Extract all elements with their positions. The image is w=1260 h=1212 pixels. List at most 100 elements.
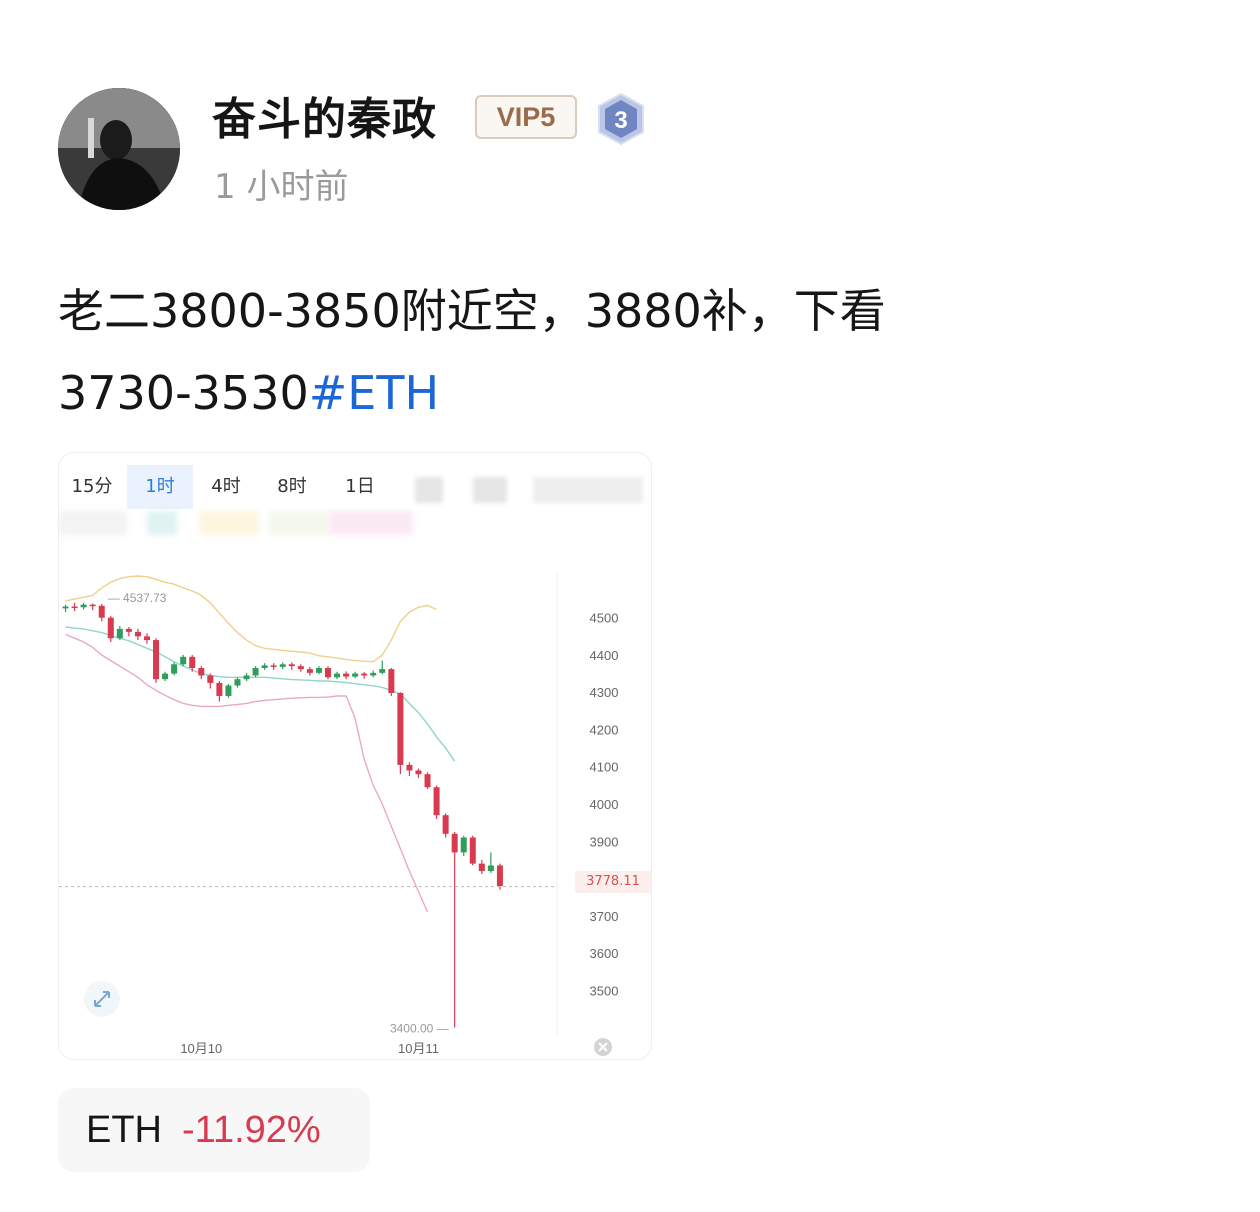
y-tick-label: 3500	[590, 983, 619, 998]
candle-body	[306, 669, 313, 673]
candle-body	[207, 675, 214, 683]
candle	[460, 835, 467, 857]
candle-body	[134, 631, 141, 637]
ticker-symbol: ETH	[86, 1109, 162, 1151]
candle-body	[487, 865, 494, 872]
candle-body	[107, 617, 114, 639]
candle	[279, 662, 286, 670]
vip-badge: VIP5	[475, 95, 577, 139]
candle-body	[153, 640, 160, 680]
x-tick-label: 10月11	[398, 1041, 439, 1056]
candle	[352, 671, 359, 679]
candle-body	[71, 606, 78, 609]
candle	[116, 625, 123, 641]
ticker-badge[interactable]: ETH -11.92%	[58, 1088, 370, 1172]
post-body: 老二3800-3850附近空，3880补，下看3730-3530	[58, 284, 886, 420]
avatar[interactable]	[58, 88, 180, 210]
y-tick-label: 4500	[590, 611, 619, 626]
candle	[270, 663, 277, 670]
candle	[89, 603, 96, 611]
candle	[334, 671, 341, 680]
y-tick-label: 4300	[590, 685, 619, 700]
candle-body	[198, 668, 205, 676]
username[interactable]: 奋斗的秦政	[212, 92, 437, 148]
candle	[107, 615, 114, 642]
expand-icon[interactable]	[84, 981, 120, 1017]
candle	[98, 603, 105, 622]
avatar-image	[58, 88, 180, 210]
candle-body	[171, 664, 178, 674]
settings-icon[interactable]	[594, 1038, 612, 1056]
candle-body	[143, 636, 150, 641]
candle	[243, 672, 250, 682]
candle-body	[243, 675, 250, 680]
level-badge: 3	[596, 92, 646, 146]
hashtag-link[interactable]: #ETH	[309, 366, 439, 420]
candle	[288, 662, 295, 670]
candle-body	[180, 656, 187, 665]
candle-body	[315, 668, 322, 673]
candle	[397, 692, 404, 775]
level-number: 3	[614, 107, 627, 134]
candle-body	[261, 665, 268, 669]
y-tick-label: 3900	[590, 834, 619, 849]
candle-body	[388, 669, 395, 693]
x-tick-label: 10月10	[180, 1041, 222, 1056]
candle-body	[297, 666, 304, 670]
ticker-change: -11.92%	[182, 1109, 321, 1151]
candle	[143, 633, 150, 644]
candle	[469, 835, 476, 866]
chart-card[interactable]: 15分 1时 4时 8时 1日 4500 4400 4300 4200 4100 4000…	[58, 452, 652, 1060]
candle	[207, 673, 214, 689]
candle-body	[379, 669, 386, 673]
candle	[297, 664, 304, 672]
candle	[134, 628, 141, 641]
candle	[361, 672, 368, 679]
candle-body	[361, 673, 368, 676]
candle-body	[62, 606, 69, 609]
candle-body	[451, 833, 458, 853]
candle-body	[89, 604, 96, 607]
current-price-tag: 3778.11	[575, 871, 651, 893]
candle-body	[397, 692, 404, 765]
y-tick-label: 3700	[590, 909, 619, 924]
candle-body	[469, 837, 476, 864]
candle-body	[352, 673, 359, 677]
y-tick-label: 4200	[590, 722, 619, 737]
candle-body	[343, 673, 350, 677]
candle-body	[270, 665, 277, 667]
candle-body	[334, 673, 341, 678]
candle	[424, 772, 431, 790]
candlestick-chart[interactable]: 4500 4400 4300 4200 4100 4000 3900 3700 3600 3500…	[59, 453, 651, 1059]
candle	[406, 762, 413, 777]
candle-body	[442, 815, 449, 834]
candle-body	[279, 664, 286, 667]
candle-body	[98, 605, 105, 618]
candle-body	[288, 664, 295, 667]
candle	[487, 852, 494, 873]
y-tick-label: 4000	[590, 797, 619, 812]
y-tick-label: 4100	[590, 760, 619, 775]
candle	[162, 671, 169, 682]
post-text: 老二3800-3850附近空，3880补，下看3730-3530#ETH	[58, 270, 1018, 434]
candle	[252, 666, 259, 678]
candle	[306, 666, 313, 676]
candle	[171, 662, 178, 676]
candle-body	[125, 628, 132, 632]
post-time: 1 小时前	[214, 167, 349, 207]
upper-band-line	[65, 575, 437, 663]
candle	[370, 670, 377, 678]
candle-body	[324, 668, 331, 678]
candle	[379, 660, 386, 675]
candle	[153, 638, 160, 683]
candle	[261, 663, 268, 670]
y-tick-label: 4400	[590, 648, 619, 663]
candle	[442, 813, 449, 838]
candle	[198, 666, 205, 680]
candle	[343, 671, 350, 680]
candle	[324, 666, 331, 680]
candle-body	[225, 685, 232, 696]
candle	[71, 602, 78, 612]
candle-body	[406, 764, 413, 771]
candle-body	[162, 673, 169, 680]
